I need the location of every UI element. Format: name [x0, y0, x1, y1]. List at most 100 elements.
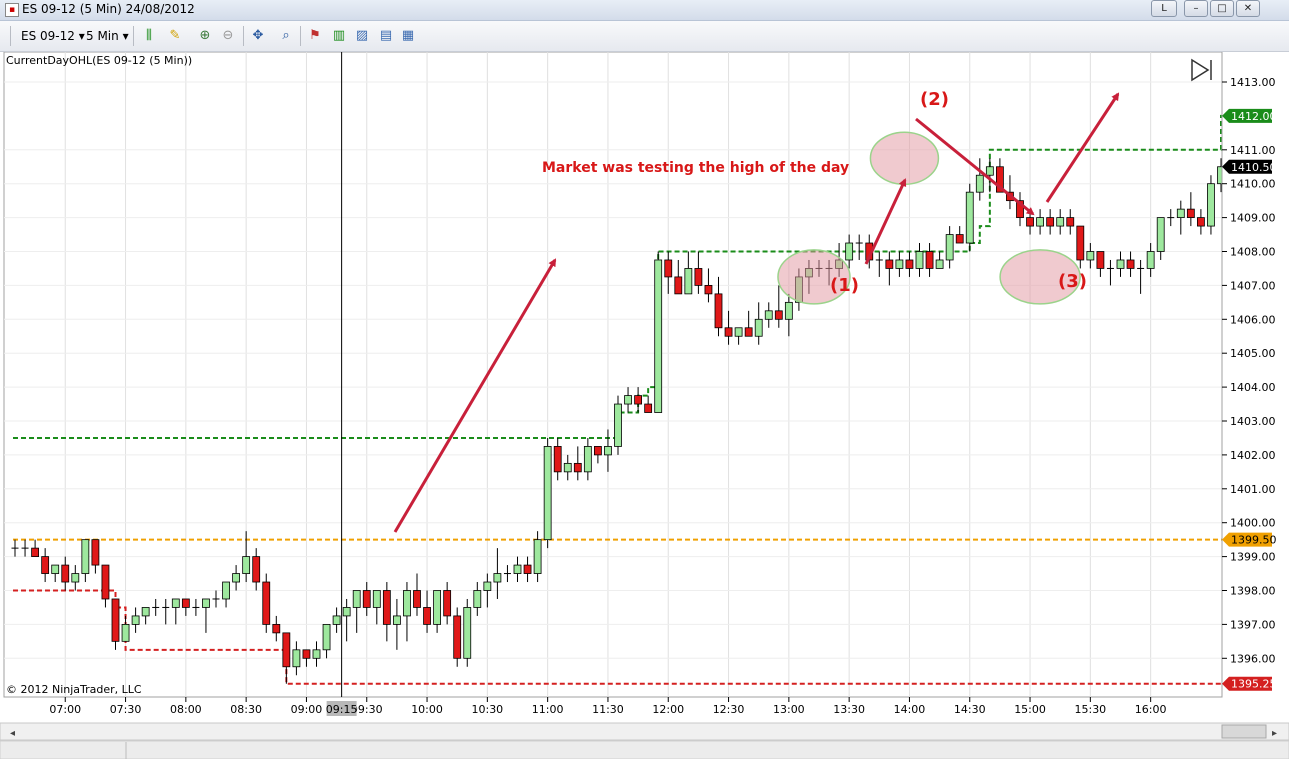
- price-tag-label: 1399.50: [1231, 534, 1277, 547]
- minimize-button[interactable]: –: [1184, 0, 1208, 17]
- candle-body: [694, 268, 703, 286]
- price-tick-label: 1398.00: [1230, 585, 1276, 598]
- time-tick-label: 15:30: [1074, 703, 1106, 716]
- interval-label: 5 Min: [86, 29, 119, 43]
- candle-body: [513, 564, 522, 574]
- candle-body: [423, 607, 431, 625]
- data-box-icon[interactable]: ▦: [399, 27, 417, 45]
- candle-body: [292, 649, 301, 668]
- crosshair-icon[interactable]: ✥: [249, 27, 267, 45]
- candle-body: [664, 259, 673, 278]
- candle-body: [232, 573, 241, 583]
- candle-body: [684, 268, 693, 295]
- candle-body: [1076, 225, 1085, 261]
- candle-body: [895, 259, 904, 269]
- scrollbar-track[interactable]: [0, 722, 1289, 741]
- candle-body: [985, 166, 994, 176]
- bar-type-icon[interactable]: ⫼: [140, 27, 158, 45]
- candle-body: [965, 191, 974, 244]
- candle-body: [111, 598, 120, 642]
- candle-body: [121, 624, 130, 642]
- candle: [654, 251, 663, 413]
- candle-body: [1086, 251, 1095, 261]
- price-tick-label: 1407.00: [1230, 279, 1276, 292]
- cursor-time-label: 09:15: [326, 703, 358, 716]
- candle-body: [634, 395, 642, 405]
- time-tick-label: 14:30: [954, 703, 986, 716]
- magnifier-icon[interactable]: ⌕: [277, 27, 295, 45]
- zoom-out-icon[interactable]: ⊖: [219, 27, 237, 45]
- candle-body: [905, 259, 914, 269]
- price-chart[interactable]: CurrentDayOHL(ES 09-12 (5 Min)) © 2012 N…: [0, 51, 1289, 760]
- candle-body: [242, 556, 251, 574]
- candle-body: [1186, 208, 1195, 218]
- price-tick-label: 1397.00: [1230, 618, 1276, 631]
- close-button[interactable]: ✕: [1236, 0, 1260, 17]
- candle-body: [1176, 208, 1185, 218]
- candle-body: [915, 251, 924, 269]
- candle-body: [955, 234, 964, 244]
- annotation-label-2: (2): [920, 89, 949, 110]
- status-bar-bg: [0, 740, 1289, 760]
- strategies-icon[interactable]: ⚑: [306, 27, 324, 45]
- candle-body: [1126, 259, 1135, 269]
- candle-body: [704, 284, 713, 295]
- instrument-selector[interactable]: ES 09-12 ▾: [21, 27, 85, 45]
- interval-selector[interactable]: 5 Min ▾: [86, 27, 129, 45]
- candle-body: [1207, 183, 1215, 227]
- candle-body: [352, 590, 361, 608]
- price-axis[interactable]: 1396.00 1397.00 1398.00 1399.00 1400.00 1401.…: [1221, 52, 1289, 697]
- candle-body: [845, 242, 854, 261]
- candle-body: [141, 607, 150, 617]
- toolbar-grip: [10, 26, 11, 46]
- window-title: ES 09-12 (5 Min) 24/08/2012: [22, 2, 195, 16]
- time-tick-label: 12:00: [652, 703, 684, 716]
- candle-body: [885, 259, 894, 269]
- scroll-left-icon[interactable]: ◂: [10, 728, 15, 739]
- candle-body: [463, 607, 472, 659]
- candle-body: [302, 649, 311, 659]
- scrollbar-thumb[interactable]: [1221, 724, 1267, 739]
- time-tick-label: 10:00: [411, 703, 443, 716]
- candle-body: [101, 564, 110, 600]
- price-tick-label: 1405.00: [1230, 347, 1276, 360]
- zoom-in-icon[interactable]: ⊕: [196, 27, 214, 45]
- annotation-label-3: (3): [1058, 271, 1087, 292]
- chevron-down-icon: ▾: [78, 29, 85, 43]
- draw-pencil-icon[interactable]: ✎: [166, 27, 184, 45]
- candle-body: [523, 564, 532, 574]
- maximize-button[interactable]: □: [1210, 0, 1234, 17]
- candle: [463, 598, 472, 667]
- candle-body: [413, 590, 421, 608]
- price-tick-label: 1400.00: [1230, 517, 1276, 530]
- time-tick-label: 13:00: [773, 703, 805, 716]
- horizontal-scrollbar[interactable]: ◂ ▸: [0, 722, 1289, 741]
- candle-body: [272, 624, 281, 634]
- candle-body: [81, 539, 90, 574]
- candle: [614, 395, 622, 455]
- properties-icon[interactable]: ▤: [377, 27, 395, 45]
- indicators-icon[interactable]: ▥: [330, 27, 348, 45]
- time-tick-label: 09:00: [291, 703, 323, 716]
- price-tick-label: 1396.00: [1230, 652, 1276, 665]
- candle-body: [322, 624, 331, 651]
- candle: [453, 607, 462, 667]
- candle-body: [181, 598, 190, 608]
- chart-image-icon[interactable]: ▨: [353, 27, 371, 45]
- candle: [965, 183, 974, 252]
- price-tick-label: 1406.00: [1230, 313, 1276, 326]
- candle-body: [202, 598, 210, 608]
- candle-body: [493, 573, 502, 583]
- time-tick-label: 16:00: [1135, 703, 1167, 716]
- candle-body: [764, 310, 773, 320]
- candle-body: [252, 556, 261, 583]
- candle-body: [51, 564, 60, 574]
- l-button[interactable]: L: [1151, 0, 1177, 17]
- candle-body: [1116, 259, 1125, 269]
- candle-body: [392, 615, 401, 625]
- candle-body: [734, 327, 743, 337]
- chevron-down-icon: ▾: [122, 29, 129, 43]
- candle-body: [332, 615, 341, 625]
- candle-body: [604, 446, 612, 456]
- scroll-right-icon[interactable]: ▸: [1272, 728, 1277, 739]
